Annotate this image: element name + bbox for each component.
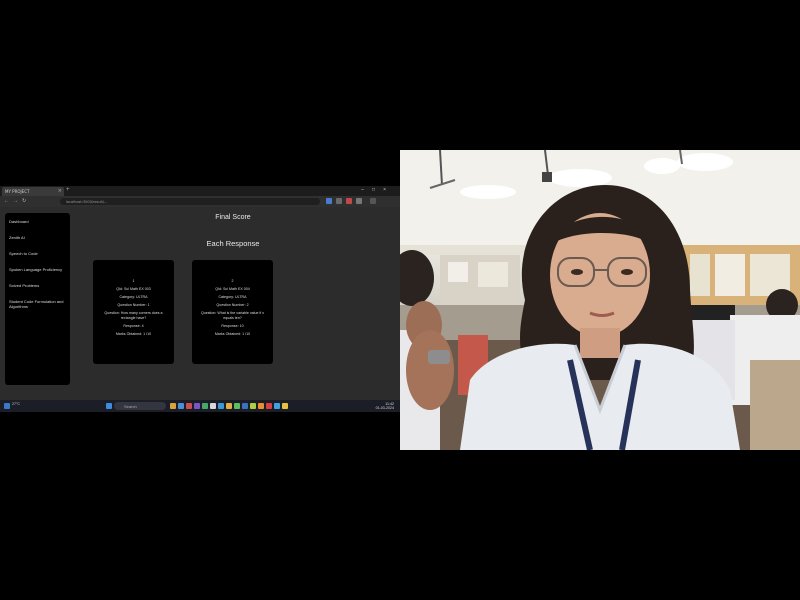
weather-icon[interactable]	[4, 403, 10, 409]
card-index: 1	[132, 279, 135, 283]
app-icon[interactable]	[266, 403, 272, 409]
card-response: Response: 4	[123, 323, 144, 328]
response-card: 1 QId: Sci Math EX 003 Category: ULTRA Q…	[93, 260, 174, 364]
each-response-title: Each Response	[206, 239, 260, 248]
extension-icon[interactable]	[336, 198, 342, 204]
browser-toolbar: ← → ↻ localhost:3000/result/...	[0, 196, 400, 207]
app-icon[interactable]	[282, 403, 288, 409]
card-question-number: Question Number: 1	[117, 303, 150, 307]
card-category: Category: ULTRA	[119, 295, 148, 299]
card-question: Question: How many corners does a rectan…	[104, 311, 163, 320]
extension-icon[interactable]	[326, 198, 332, 204]
results-page: Dashboard Zenith AI Speech to Code Spoke…	[0, 207, 400, 400]
window-controls[interactable]: –□×	[361, 187, 394, 193]
response-card: 2 QId: Sci Math EX 004 Category: ULTRA Q…	[192, 260, 273, 364]
card-index: 2	[231, 279, 234, 283]
app-icon[interactable]	[210, 403, 216, 409]
card-question-number: Question Number: 2	[216, 303, 249, 307]
edge-icon[interactable]	[178, 403, 184, 409]
card-qid: QId: Sci Math EX 004	[215, 287, 250, 291]
weather-text: 27°C	[12, 402, 21, 406]
app-icon[interactable]	[258, 403, 264, 409]
app-icon[interactable]	[218, 403, 224, 409]
card-question: Question: What is the variable value if …	[200, 311, 265, 320]
app-icon[interactable]	[194, 403, 200, 409]
card-marks: Marks Obtained: 1 /10	[115, 331, 152, 336]
new-tab-icon[interactable]: +	[66, 187, 70, 193]
app-icon[interactable]	[202, 403, 208, 409]
taskbar-clock[interactable]: 11:42 01-03-2024	[376, 402, 394, 410]
taskbar-search[interactable]: Search	[114, 402, 166, 410]
app-icon[interactable]	[226, 403, 232, 409]
sidebar-item-spoken-language[interactable]: Spoken Language Proficiency	[9, 267, 66, 272]
clock-date: 01-03-2024	[375, 406, 394, 410]
close-tab-icon[interactable]: ×	[58, 188, 62, 194]
sidebar-item-solved-problems[interactable]: Solved Problems	[9, 283, 66, 288]
final-score-title: Final Score	[215, 214, 251, 221]
back-icon[interactable]: ←	[4, 198, 9, 204]
sidebar-item-speech-to-code[interactable]: Speech to Code	[9, 251, 66, 256]
card-category: Category: ULTRA	[218, 295, 247, 299]
forward-icon[interactable]: →	[13, 198, 18, 204]
app-icon[interactable]	[250, 403, 256, 409]
start-icon[interactable]	[106, 403, 112, 409]
webcam-image	[400, 150, 800, 450]
search-label: Search	[124, 404, 137, 409]
reload-icon[interactable]: ↻	[22, 198, 26, 204]
file-explorer-icon[interactable]	[170, 403, 176, 409]
vscode-icon[interactable]	[242, 403, 248, 409]
menu-icon[interactable]	[370, 198, 376, 204]
tab-title: MY PROJECT	[5, 189, 30, 194]
browser-tab[interactable]: MY PROJECT ×	[2, 187, 64, 196]
card-response: Response: 10	[221, 323, 244, 328]
extension-icon[interactable]	[346, 198, 352, 204]
chrome-icon[interactable]	[234, 403, 240, 409]
webcam-feed	[400, 150, 800, 450]
card-qid: QId: Sci Math EX 003	[116, 287, 151, 291]
address-bar-text: localhost:3000/result/...	[66, 199, 108, 204]
app-icon[interactable]	[274, 403, 280, 409]
sidebar-item-code-formulation[interactable]: Student Code Formulation and Algorithms	[9, 299, 66, 309]
screen-share: MY PROJECT × + –□× ← → ↻ localhost:3000/…	[0, 186, 400, 412]
taskbar: 27°C Search 11:42 01-03-2024	[0, 400, 400, 412]
profile-icon[interactable]	[356, 198, 362, 204]
address-bar[interactable]: localhost:3000/result/...	[60, 198, 320, 205]
card-marks: Marks Obtained: 1 /10	[214, 331, 251, 336]
app-icon[interactable]	[186, 403, 192, 409]
browser-tab-bar: MY PROJECT × + –□×	[0, 186, 400, 196]
